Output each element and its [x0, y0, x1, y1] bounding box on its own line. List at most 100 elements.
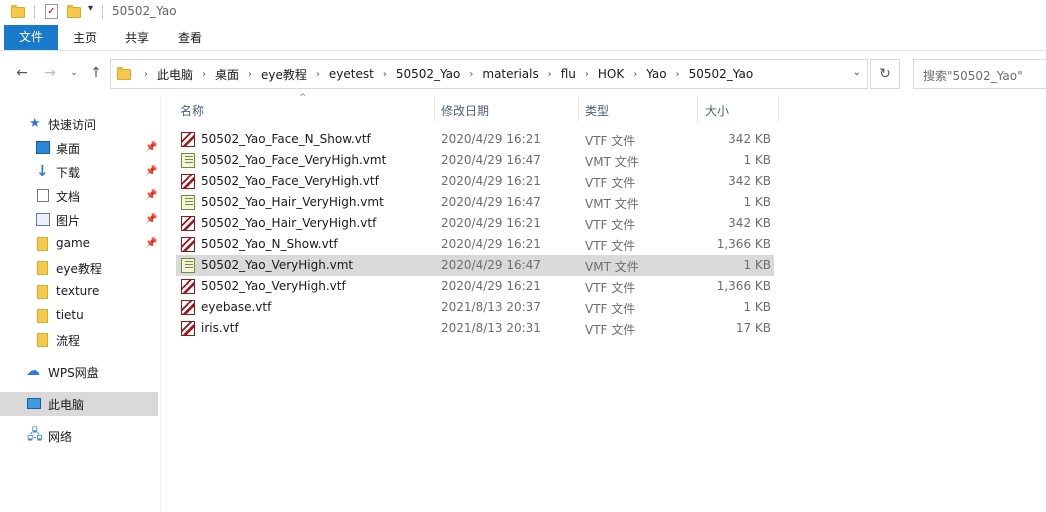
file-type: VTF 文件	[585, 323, 636, 337]
download-icon: ↓	[36, 162, 49, 180]
chevron-right-icon[interactable]: ›	[669, 69, 687, 80]
nav-label: 下载	[56, 166, 81, 180]
file-size: 342 KB	[728, 216, 771, 230]
file-row[interactable]: 50502_Yao_Hair_VeryHigh.vmt 2020/4/29 16…	[176, 192, 774, 213]
chevron-down-icon[interactable]: ⌄	[853, 67, 861, 78]
breadcrumb-materials[interactable]: materials	[480, 67, 540, 81]
column-header-name[interactable]: 名称	[180, 102, 204, 119]
nav-label: 网络	[48, 430, 73, 444]
tab-file[interactable]: 文件	[4, 25, 58, 50]
file-type: VTF 文件	[585, 239, 636, 253]
nav-quick-access[interactable]: ★ 快速访问	[0, 112, 158, 136]
chevron-right-icon[interactable]: ›	[376, 69, 394, 80]
sidebar-item-flow[interactable]: 流程	[0, 328, 158, 352]
sidebar-item-tietu[interactable]: tietu	[0, 304, 158, 328]
chevron-right-icon[interactable]: ›	[541, 69, 559, 80]
breadcrumb-desktop[interactable]: 桌面	[213, 66, 241, 83]
nav-label: tietu	[56, 308, 84, 322]
vtf-file-icon	[181, 321, 195, 336]
forward-arrow-icon[interactable]: →	[42, 65, 58, 81]
file-size: 17 KB	[735, 321, 771, 335]
file-size: 342 KB	[728, 132, 771, 146]
file-row[interactable]: eyebase.vtf 2021/8/13 20:37 VTF 文件 1 KB	[176, 297, 774, 318]
file-row[interactable]: 50502_Yao_Face_VeryHigh.vmt 2020/4/29 16…	[176, 150, 774, 171]
chevron-right-icon[interactable]: ›	[309, 69, 327, 80]
breadcrumb-50502-yao[interactable]: 50502_Yao	[394, 67, 463, 81]
sidebar-item-wps-drive[interactable]: ☁ WPS网盘	[0, 360, 158, 384]
breadcrumb-this-pc[interactable]: 此电脑	[155, 66, 195, 83]
file-row-selected[interactable]: 50502_Yao_VeryHigh.vmt 2020/4/29 16:47 V…	[176, 255, 774, 276]
sidebar-item-game[interactable]: game 📌	[0, 232, 158, 256]
address-bar[interactable]: › 此电脑 › 桌面 › eye教程 › eyetest › 50502_Yao…	[110, 59, 868, 89]
file-name: 50502_Yao_N_Show.vtf	[201, 237, 338, 251]
sidebar-item-documents[interactable]: 文档 📌	[0, 184, 158, 208]
file-size: 1 KB	[743, 195, 771, 209]
sidebar-item-eye-tutorial[interactable]: eye教程	[0, 256, 158, 280]
sidebar-item-downloads[interactable]: ↓ 下载 📌	[0, 160, 158, 184]
sidebar-item-pictures[interactable]: 图片 📌	[0, 208, 158, 232]
breadcrumb-50502-yao-current[interactable]: 50502_Yao	[687, 67, 756, 81]
file-name: eyebase.vtf	[201, 300, 272, 314]
pin-icon[interactable]: 📌	[145, 214, 157, 225]
sidebar-item-network[interactable]: 🖧 网络	[0, 424, 158, 448]
column-header-type[interactable]: 类型	[585, 102, 609, 119]
new-folder-icon[interactable]	[67, 5, 81, 18]
breadcrumb-yao[interactable]: Yao	[644, 67, 668, 81]
chevron-right-icon[interactable]: ›	[578, 69, 596, 80]
divider	[34, 5, 35, 19]
pin-icon[interactable]: 📌	[145, 238, 157, 249]
chevron-right-icon[interactable]: ›	[137, 69, 155, 80]
refresh-button[interactable]: ↻	[870, 59, 900, 89]
nav-label: game	[56, 236, 91, 250]
breadcrumb-hok[interactable]: HOK	[596, 67, 626, 81]
file-row[interactable]: 50502_Yao_Face_VeryHigh.vtf 2020/4/29 16…	[176, 171, 774, 192]
sidebar-item-this-pc[interactable]: 此电脑	[0, 392, 158, 416]
chevron-right-icon[interactable]: ›	[462, 69, 480, 80]
file-row[interactable]: 50502_Yao_VeryHigh.vtf 2020/4/29 16:21 V…	[176, 276, 774, 297]
folder-icon	[37, 333, 48, 347]
up-arrow-icon[interactable]: ↑	[88, 65, 104, 81]
vtf-file-icon	[181, 174, 195, 189]
column-divider[interactable]	[578, 96, 579, 122]
column-divider[interactable]	[778, 96, 779, 122]
customize-quick-access-icon[interactable]: ▾	[88, 3, 93, 14]
search-placeholder: 搜索"50502_Yao"	[923, 69, 1023, 83]
column-header-size[interactable]: 大小	[705, 102, 729, 119]
file-row[interactable]: 50502_Yao_N_Show.vtf 2020/4/29 16:21 VTF…	[176, 234, 774, 255]
nav-label: 快速访问	[48, 118, 97, 132]
pin-icon[interactable]: 📌	[145, 190, 157, 201]
file-date: 2020/4/29 16:47	[441, 153, 541, 167]
sidebar-item-desktop[interactable]: 桌面 📌	[0, 136, 158, 160]
file-row[interactable]: 50502_Yao_Face_N_Show.vtf 2020/4/29 16:2…	[176, 129, 774, 150]
file-row[interactable]: iris.vtf 2021/8/13 20:31 VTF 文件 17 KB	[176, 318, 774, 339]
sort-ascending-icon: ^	[299, 93, 307, 103]
properties-icon[interactable]: ✓	[45, 4, 58, 19]
pin-icon[interactable]: 📌	[145, 142, 157, 153]
sidebar-item-texture[interactable]: texture	[0, 280, 158, 304]
chevron-right-icon[interactable]: ›	[195, 69, 213, 80]
breadcrumb-eyetest[interactable]: eyetest	[327, 67, 376, 81]
column-divider[interactable]	[434, 96, 435, 122]
chevron-right-icon[interactable]: ›	[626, 69, 644, 80]
file-size: 1,366 KB	[716, 237, 771, 251]
tab-view[interactable]: 查看	[172, 26, 208, 50]
back-arrow-icon[interactable]: ←	[14, 65, 30, 81]
column-header-date[interactable]: 修改日期	[441, 102, 489, 119]
column-divider[interactable]	[697, 96, 698, 122]
desktop-icon	[36, 141, 50, 154]
breadcrumb-flu[interactable]: flu	[559, 67, 578, 81]
folder-icon	[37, 285, 48, 299]
nav-label: eye教程	[56, 262, 102, 276]
tab-home[interactable]: 主页	[67, 26, 103, 50]
search-input[interactable]: 搜索"50502_Yao"	[913, 59, 1046, 89]
file-row[interactable]: 50502_Yao_Hair_VeryHigh.vtf 2020/4/29 16…	[176, 213, 774, 234]
chevron-right-icon[interactable]: ›	[241, 69, 259, 80]
file-date: 2020/4/29 16:47	[441, 258, 541, 272]
recent-locations-icon[interactable]: ⌄	[66, 65, 82, 81]
nav-label: 流程	[56, 334, 81, 348]
address-row: ← → ⌄ ↑ › 此电脑 › 桌面 › eye教程 › eyetest › 5…	[0, 56, 1046, 92]
breadcrumb-eye-tutorial[interactable]: eye教程	[259, 66, 309, 83]
file-size: 1 KB	[743, 153, 771, 167]
pin-icon[interactable]: 📌	[145, 166, 157, 177]
tab-share[interactable]: 共享	[119, 26, 155, 50]
